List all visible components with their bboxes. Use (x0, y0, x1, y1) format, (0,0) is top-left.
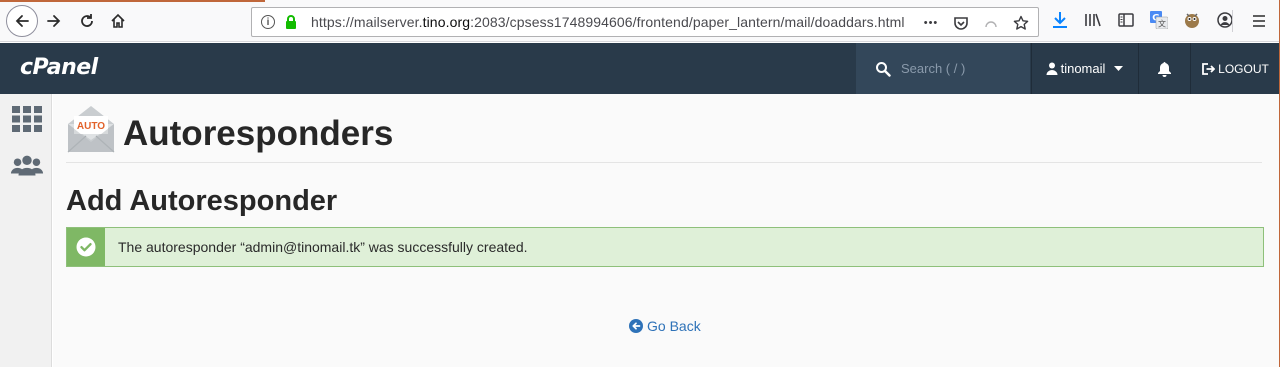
lock-icon[interactable] (283, 14, 299, 30)
sidebar-item-users[interactable] (10, 151, 44, 181)
sidebar-item-home[interactable] (10, 104, 44, 134)
cpanel-sidebar (0, 94, 52, 367)
sidebar-toggle-icon[interactable] (1116, 9, 1136, 31)
autoresponder-icon: AUTO (66, 104, 116, 154)
pocket-icon[interactable] (952, 14, 970, 32)
users-icon (10, 155, 44, 176)
search-field[interactable]: Search ( / ) (856, 43, 1030, 94)
alert-message: The autoresponder “admin@tinomail.tk” wa… (118, 239, 528, 255)
arrow-left-icon (15, 15, 29, 27)
arrow-circle-left-icon (629, 319, 643, 333)
user-icon (1046, 62, 1058, 75)
toolbar-separator (1232, 10, 1233, 32)
url-host: tino.org (422, 14, 471, 30)
hamburger-icon (1253, 15, 1265, 27)
bookmark-star-icon[interactable] (1012, 14, 1030, 32)
forward-button[interactable] (40, 7, 68, 35)
info-icon[interactable]: i (261, 15, 275, 29)
translate-icon[interactable]: G文 (1149, 9, 1169, 31)
svg-text:文: 文 (1158, 19, 1166, 29)
auto-badge-text: AUTO (77, 121, 105, 132)
go-back-link[interactable]: Go Back (629, 318, 701, 334)
bell-icon (1157, 61, 1171, 77)
username-label: tinomail (1060, 61, 1106, 76)
notifications-button[interactable] (1138, 43, 1189, 94)
grid-icon (12, 106, 42, 132)
back-button[interactable] (6, 5, 38, 37)
tracking-icon[interactable] (982, 14, 1000, 32)
logout-button[interactable]: LOGOUT (1190, 43, 1280, 94)
alert-icon-box (67, 228, 105, 266)
reload-button[interactable] (73, 7, 101, 35)
download-icon[interactable] (1050, 9, 1070, 31)
logout-icon (1202, 62, 1216, 75)
title-divider (66, 162, 1262, 163)
library-icon[interactable] (1083, 9, 1103, 31)
home-icon (111, 13, 125, 28)
url-suffix: :2083/cpsess1748994606/frontend/paper_la… (470, 14, 905, 30)
cpanel-header: cPanel Search ( / ) tinomail LOGOUT (0, 43, 1280, 94)
go-back-label: Go Back (647, 318, 701, 334)
address-bar[interactable]: i https://mailserver.tino.org:2083/cpses… (251, 7, 1039, 37)
cpanel-logo[interactable]: cPanel (20, 55, 98, 80)
home-button[interactable] (104, 7, 132, 35)
search-placeholder: Search ( / ) (901, 61, 966, 76)
search-icon (876, 61, 891, 77)
reload-icon (81, 14, 93, 27)
url-prefix: https://mailserver. (311, 14, 423, 30)
url-text: https://mailserver.tino.org:2083/cpsess1… (311, 14, 905, 30)
extension-icon[interactable] (1182, 9, 1202, 31)
success-alert: The autoresponder “admin@tinomail.tk” wa… (66, 227, 1264, 267)
caret-down-icon (1114, 66, 1124, 71)
check-circle-icon (76, 237, 96, 257)
page-actions-button[interactable]: ••• (922, 14, 940, 32)
main-content: AUTO Autoresponders Add Autoresponder Th… (53, 94, 1280, 367)
section-title: Add Autoresponder (66, 185, 338, 217)
user-menu[interactable]: tinomail (1031, 43, 1137, 94)
browser-toolbar: i https://mailserver.tino.org:2083/cpses… (0, 0, 1280, 42)
page-title: Autoresponders (123, 114, 394, 153)
menu-button[interactable] (1245, 7, 1273, 35)
logout-label: LOGOUT (1218, 61, 1269, 76)
arrow-right-icon (47, 15, 61, 27)
